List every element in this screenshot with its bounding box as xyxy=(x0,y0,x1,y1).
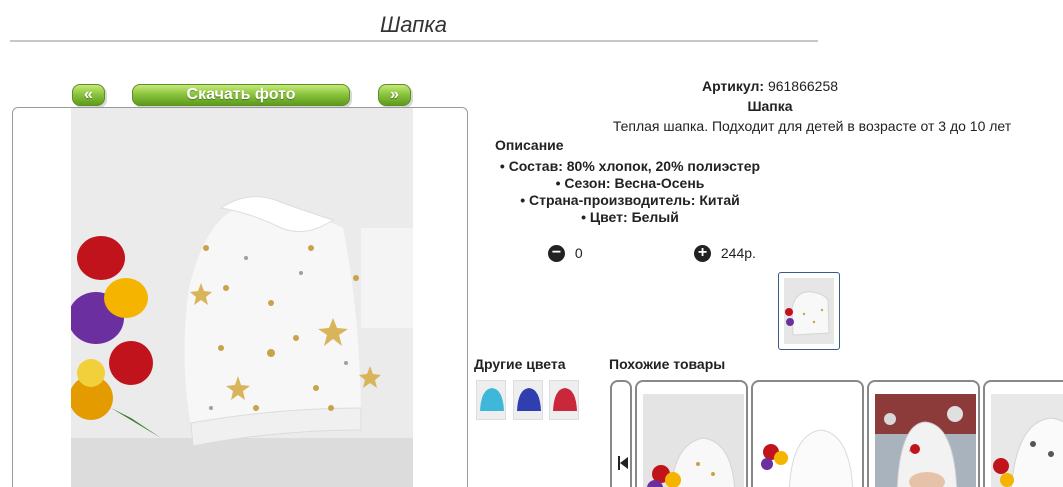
similar-product-card[interactable]: ~ xyxy=(867,380,980,487)
similar-products-label: Похожие товары xyxy=(609,356,726,372)
similar-product-image: ~ xyxy=(875,394,976,487)
price-value: 244р. xyxy=(720,245,756,262)
product-photo[interactable] xyxy=(71,108,413,487)
short-description: Теплая шапка. Подходит для детей в возра… xyxy=(612,118,1012,134)
other-colors-label: Другие цвета xyxy=(474,356,566,372)
spec-item: Цвет: Белый xyxy=(480,209,780,226)
page-title: Шапка xyxy=(380,12,447,37)
similar-product-card[interactable] xyxy=(751,380,864,487)
spec-item: Страна-производитель: Китай xyxy=(480,192,780,209)
quantity-value: 0 xyxy=(574,245,583,262)
color-swatch-0[interactable] xyxy=(476,380,506,420)
spec-item: Состав: 80% хлопок, 20% полиэстер xyxy=(480,158,780,175)
plus-circle-icon[interactable]: + xyxy=(694,244,711,262)
photo-frame xyxy=(12,107,468,487)
quantity-control: − 0 xyxy=(548,244,583,262)
product-name: Шапка xyxy=(747,98,793,114)
carousel-prev-button[interactable] xyxy=(610,380,632,487)
similar-product-image xyxy=(643,394,744,487)
similar-product-image xyxy=(759,394,860,487)
similar-product-card[interactable] xyxy=(635,380,748,487)
spec-item: Сезон: Весна-Осень xyxy=(480,175,780,192)
main-thumbnail-image xyxy=(784,278,834,344)
color-swatch-2[interactable] xyxy=(549,380,579,420)
color-swatch-1[interactable] xyxy=(513,380,543,420)
next-photo-button[interactable]: » xyxy=(378,84,411,106)
download-photo-button[interactable]: Скачать фото xyxy=(132,84,350,106)
similar-product-card[interactable] xyxy=(983,380,1063,487)
title-divider xyxy=(10,40,818,42)
price-control: + 244р. xyxy=(694,244,756,262)
article-line: Артикул: 961866258 xyxy=(480,78,1060,94)
main-thumbnail[interactable] xyxy=(778,272,840,350)
article-value: 961866258 xyxy=(767,78,839,94)
similar-product-image xyxy=(991,394,1063,487)
description-heading: Описание xyxy=(495,137,564,153)
minus-circle-icon[interactable]: − xyxy=(548,244,565,262)
specs-list: Состав: 80% хлопок, 20% полиэстер Сезон:… xyxy=(480,158,780,226)
prev-photo-button[interactable]: « xyxy=(72,84,105,106)
article-label: Артикул: xyxy=(701,78,765,94)
